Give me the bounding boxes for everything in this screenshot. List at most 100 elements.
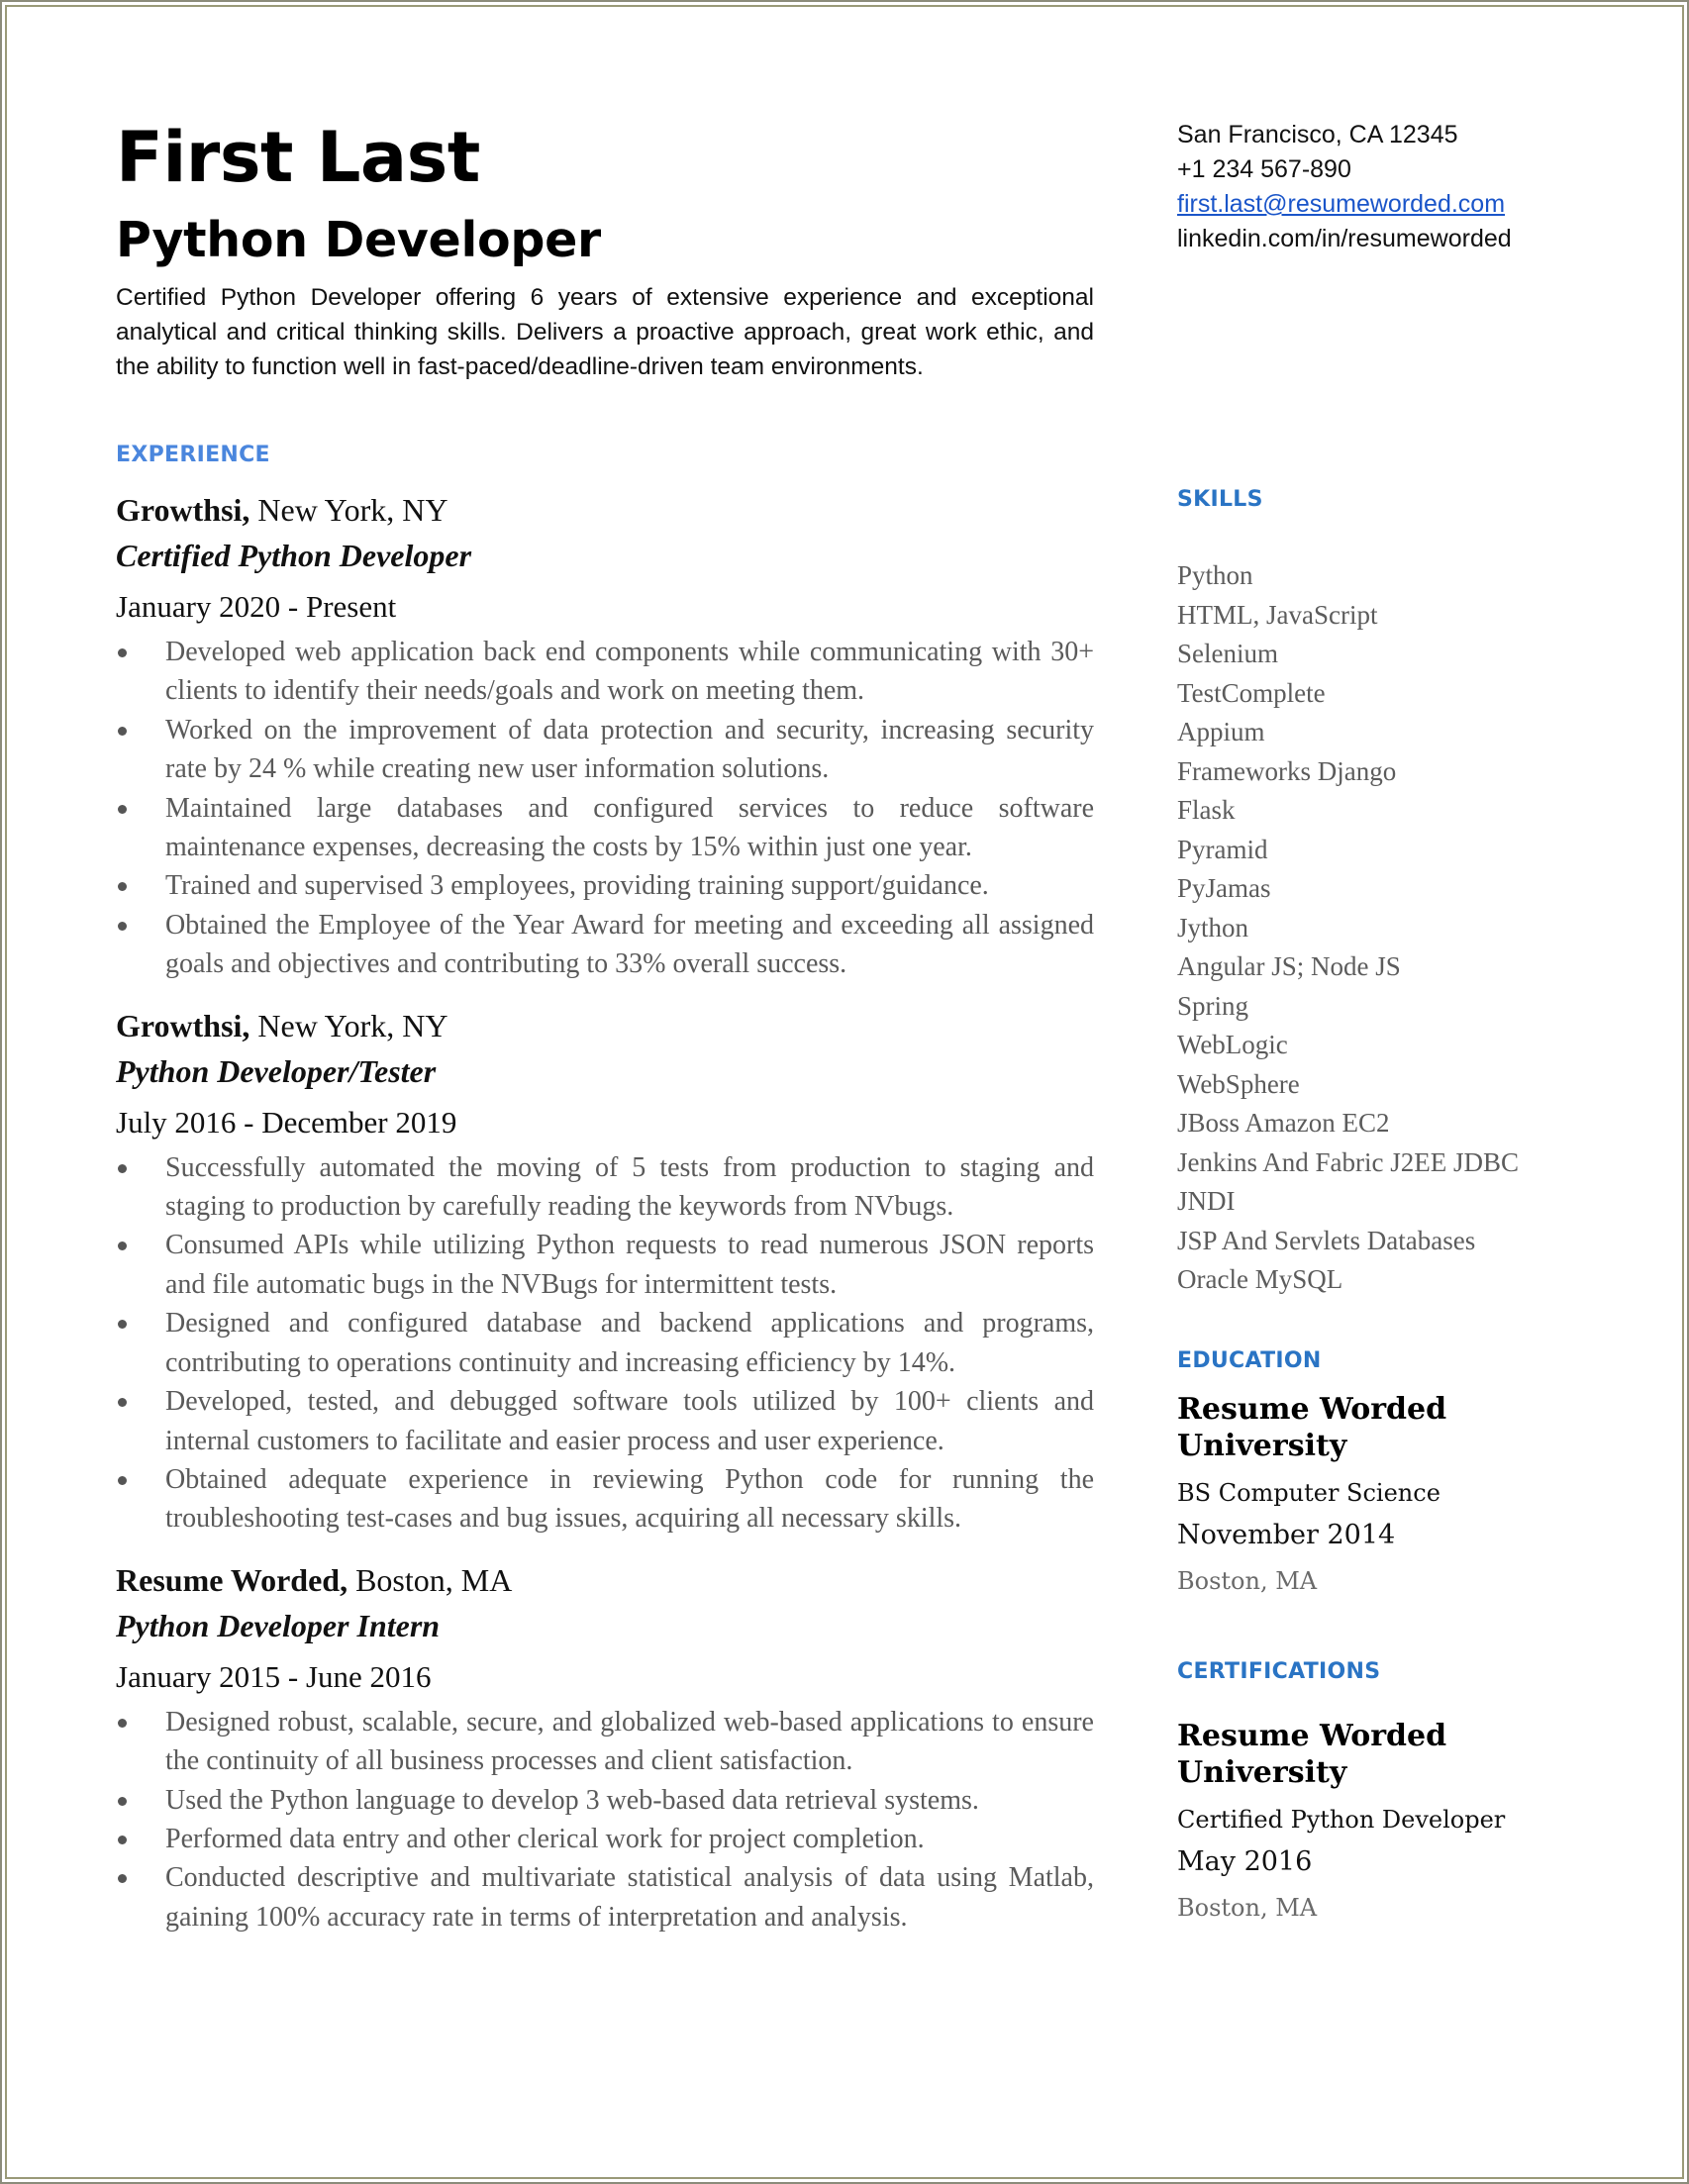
candidate-title: Python Developer	[116, 212, 601, 268]
job-bullet: Developed web application back end compo…	[116, 633, 1094, 711]
job-entry: Growthsi, New York, NY Python Developer/…	[116, 1006, 1094, 1539]
skill-item: Selenium	[1177, 639, 1278, 668]
bullet-text: Developed, tested, and debugged software…	[165, 1386, 1094, 1456]
contact-linkedin: linkedin.com/in/resumeworded	[1177, 225, 1512, 252]
skill-item: Appium	[1177, 717, 1265, 746]
contact-location: San Francisco, CA 12345	[1177, 121, 1458, 149]
skill-item: Angular JS; Node JS	[1177, 951, 1401, 981]
skill-item: TestComplete	[1177, 677, 1326, 708]
bullet-dot-icon	[118, 921, 127, 931]
skill-item: JNDI	[1177, 1186, 1236, 1216]
skill-item: Jython	[1177, 912, 1249, 943]
education-school: Resume Worded University	[1177, 1392, 1447, 1463]
job-dates: July 2016 - December 2019	[116, 1104, 457, 1140]
bullet-text: Designed robust, scalable, secure, and g…	[165, 1706, 1094, 1777]
bullet-dot-icon	[118, 648, 127, 657]
skill-item: Oracle MySQL	[1177, 1264, 1343, 1294]
job-bullet: Performed data entry and other clerical …	[116, 1820, 1094, 1858]
job-role: Certified Python Developer	[116, 538, 472, 573]
bullet-text: Successfully automated the moving of 5 t…	[165, 1151, 1094, 1223]
job-bullets: Successfully automated the moving of 5 t…	[116, 1148, 1094, 1539]
bullet-dot-icon	[118, 1398, 127, 1408]
job-entry: Growthsi, New York, NY Certified Python …	[116, 490, 1094, 984]
job-entry: Resume Worded, Boston, MA Python Develop…	[116, 1560, 1094, 1936]
contact-block: San Francisco, CA 12345 +1 234 567-890 f…	[1177, 118, 1512, 256]
skills-list: Python HTML, JavaScript Selenium TestCom…	[1177, 556, 1519, 1300]
job-bullet: Worked on the improvement of data protec…	[116, 711, 1094, 789]
job-bullet: Maintained large databases and configure…	[116, 789, 1094, 867]
bullet-dot-icon	[118, 1475, 127, 1485]
job-bullet: Obtained adequate experience in reviewin…	[116, 1460, 1094, 1539]
job-company-line: Resume Worded, Boston, MA	[116, 1560, 1094, 1606]
skill-item: HTML, JavaScript	[1177, 599, 1378, 630]
bullet-dot-icon	[118, 1241, 127, 1251]
bullet-dot-icon	[118, 1835, 127, 1844]
bullet-dot-icon	[118, 804, 127, 814]
experience-section: Growthsi, New York, NY Certified Python …	[116, 490, 1094, 1958]
experience-heading: EXPERIENCE	[116, 443, 270, 467]
certification-entry: Resume Worded University Certified Pytho…	[1177, 1718, 1593, 1931]
job-company-line: Growthsi, New York, NY	[116, 1006, 1094, 1051]
education-heading: EDUCATION	[1177, 1348, 1322, 1373]
bullet-dot-icon	[118, 1718, 127, 1728]
bullet-text: Maintained large databases and configure…	[165, 792, 1094, 863]
bullet-dot-icon	[118, 882, 127, 892]
contact-phone: +1 234 567-890	[1177, 155, 1351, 183]
bullet-text: Performed data entry and other clerical …	[165, 1823, 925, 1854]
contact-email-link[interactable]: first.last@resumeworded.com	[1177, 190, 1505, 218]
skill-item: Jenkins And Fabric J2EE JDBC	[1177, 1146, 1520, 1177]
bullet-dot-icon	[118, 1796, 127, 1806]
job-role: Python Developer Intern	[116, 1607, 441, 1643]
education-date: November 2014	[1177, 1520, 1396, 1550]
bullet-text: Conducted descriptive and multivariate s…	[165, 1862, 1094, 1933]
summary-paragraph: Certified Python Developer offering 6 ye…	[116, 284, 1094, 380]
bullet-text: Worked on the improvement of data protec…	[165, 714, 1094, 785]
job-bullet: Trained and supervised 3 employees, prov…	[116, 866, 1094, 905]
education-location: Boston, MA	[1177, 1567, 1318, 1595]
candidate-name: First Last	[116, 117, 480, 198]
certification-location: Boston, MA	[1177, 1894, 1318, 1922]
job-bullet: Developed, tested, and debugged software…	[116, 1382, 1094, 1460]
job-role: Python Developer/Tester	[116, 1052, 437, 1089]
bullet-dot-icon	[118, 726, 127, 736]
bullet-text: Designed and configured database and bac…	[165, 1308, 1094, 1378]
bullet-text: Obtained adequate experience in reviewin…	[165, 1463, 1094, 1535]
job-bullets: Developed web application back end compo…	[116, 633, 1094, 984]
skill-item: PyJamas	[1177, 873, 1271, 903]
skills-heading: SKILLS	[1177, 487, 1263, 512]
bullet-dot-icon	[118, 1163, 127, 1173]
job-company: Growthsi,	[116, 492, 250, 528]
job-bullets: Designed robust, scalable, secure, and g…	[116, 1703, 1094, 1936]
job-location: New York, NY	[249, 492, 448, 528]
job-dates: January 2020 - Present	[116, 589, 397, 624]
bullet-text: Used the Python language to develop 3 we…	[165, 1784, 979, 1816]
skill-item: Pyramid	[1177, 834, 1268, 864]
job-company-line: Growthsi, New York, NY	[116, 490, 1094, 536]
certification-date: May 2016	[1177, 1846, 1313, 1877]
job-company: Growthsi,	[116, 1007, 250, 1043]
job-bullet: Used the Python language to develop 3 we…	[116, 1781, 1094, 1820]
skill-item: Spring	[1177, 990, 1249, 1021]
skill-item: WebSphere	[1177, 1068, 1300, 1099]
job-location: New York, NY	[249, 1007, 448, 1043]
job-bullet: Successfully automated the moving of 5 t…	[116, 1148, 1094, 1227]
job-company: Resume Worded,	[116, 1561, 348, 1598]
job-dates: January 2015 - June 2016	[116, 1658, 432, 1694]
certification-name: Certified Python Developer	[1177, 1806, 1506, 1834]
job-bullet: Consumed APIs while utilizing Python req…	[116, 1226, 1094, 1304]
job-bullet: Conducted descriptive and multivariate s…	[116, 1858, 1094, 1936]
job-location: Boston, MA	[348, 1561, 513, 1598]
certifications-heading: CERTIFICATIONS	[1177, 1659, 1381, 1684]
bullet-text: Consumed APIs while utilizing Python req…	[165, 1230, 1094, 1300]
job-bullet: Obtained the Employee of the Year Award …	[116, 906, 1094, 984]
skill-item: Frameworks Django	[1177, 755, 1397, 786]
job-bullet: Designed and configured database and bac…	[116, 1304, 1094, 1382]
bullet-dot-icon	[118, 1320, 127, 1330]
education-degree: BS Computer Science	[1177, 1479, 1441, 1507]
education-entry: Resume Worded University BS Computer Sci…	[1177, 1391, 1593, 1604]
bullet-text: Trained and supervised 3 employees, prov…	[165, 870, 989, 902]
bullet-text: Developed web application back end compo…	[165, 637, 1094, 707]
skill-item: JBoss Amazon EC2	[1177, 1108, 1390, 1138]
job-bullet: Designed robust, scalable, secure, and g…	[116, 1703, 1094, 1781]
skill-item: JSP And Servlets Databases	[1177, 1225, 1476, 1255]
